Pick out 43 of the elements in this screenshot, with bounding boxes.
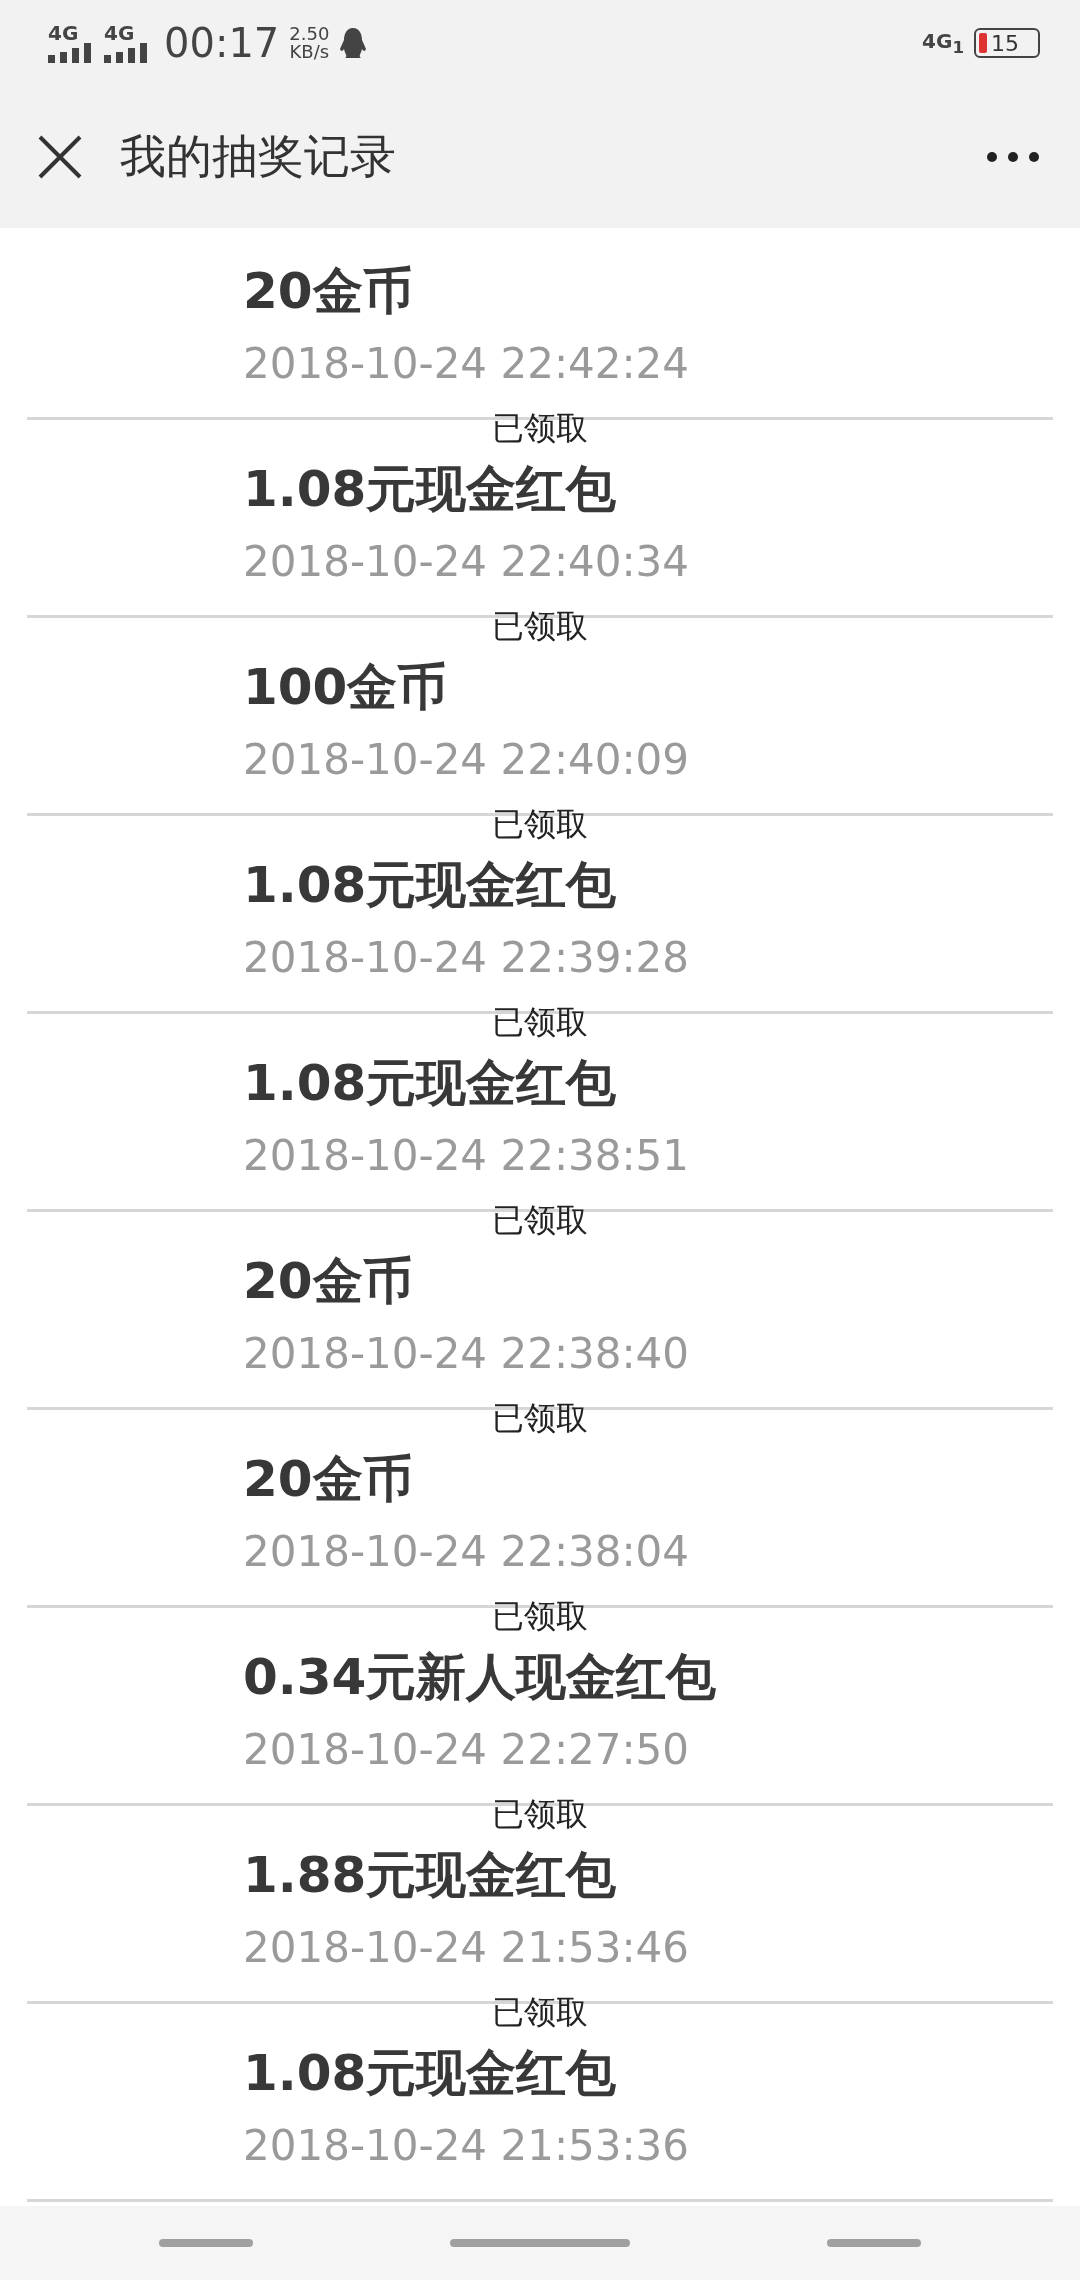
prize-name: 0.34元新人现金红包 [243,1647,718,1707]
prize-name: 1.08元现金红包 [243,459,618,519]
claim-status: 已领取 [492,610,588,642]
signal-icon [48,43,94,63]
prize-name: 1.08元现金红包 [243,2043,618,2103]
claim-status: 已领取 [492,1798,588,1830]
claim-status: 已领取 [492,808,588,840]
battery-fill-icon [979,33,987,53]
record-time: 2018-10-24 22:39:28 [243,932,691,984]
speed-unit: KB/s [289,43,330,61]
close-icon[interactable] [38,135,82,179]
prize-name: 20金币 [243,261,414,321]
record-time: 2018-10-24 22:40:09 [243,734,691,786]
record-time: 2018-10-24 22:38:51 [243,1130,691,1182]
claim-status: 已领取 [492,1402,588,1434]
claim-status: 已领取 [492,412,588,444]
prize-name: 1.88元现金红包 [243,1845,618,1905]
prize-name: 100金币 [243,657,449,717]
penguin-icon [339,27,368,59]
claim-status: 已领取 [492,1204,588,1236]
record-time: 2018-10-24 22:40:34 [243,536,691,588]
prize-name: 1.08元现金红包 [243,1053,618,1113]
claim-status: 已领取 [492,1600,588,1632]
clock-time: 00:17 [164,20,280,66]
record-time: 2018-10-24 22:42:24 [243,338,691,390]
prize-name: 20金币 [243,1251,414,1311]
network-type: 4G$_{1}$ [922,29,964,57]
record-time: 2018-10-24 21:53:46 [243,1922,691,1974]
signal-icon [104,43,150,63]
prize-name: 1.08元现金红包 [243,855,618,915]
claim-status: 已领取 [492,1996,588,2028]
page-title: 我的抽奖记录 [120,128,397,185]
record-time: 2018-10-24 22:38:40 [243,1328,691,1380]
record-time: 2018-10-24 22:27:50 [243,1724,691,1776]
record-time: 2018-10-24 21:53:36 [243,2120,691,2172]
more-icon[interactable] [986,151,1040,163]
claim-status: 已领取 [492,1006,588,1038]
network-speed: 2.50 [289,25,330,43]
prize-name: 20金币 [243,1449,414,1509]
record-time: 2018-10-24 22:38:04 [243,1526,691,1578]
network-type: 4G [48,23,79,43]
battery-percent: 15 [991,30,1019,56]
network-type: 4G [104,23,135,43]
